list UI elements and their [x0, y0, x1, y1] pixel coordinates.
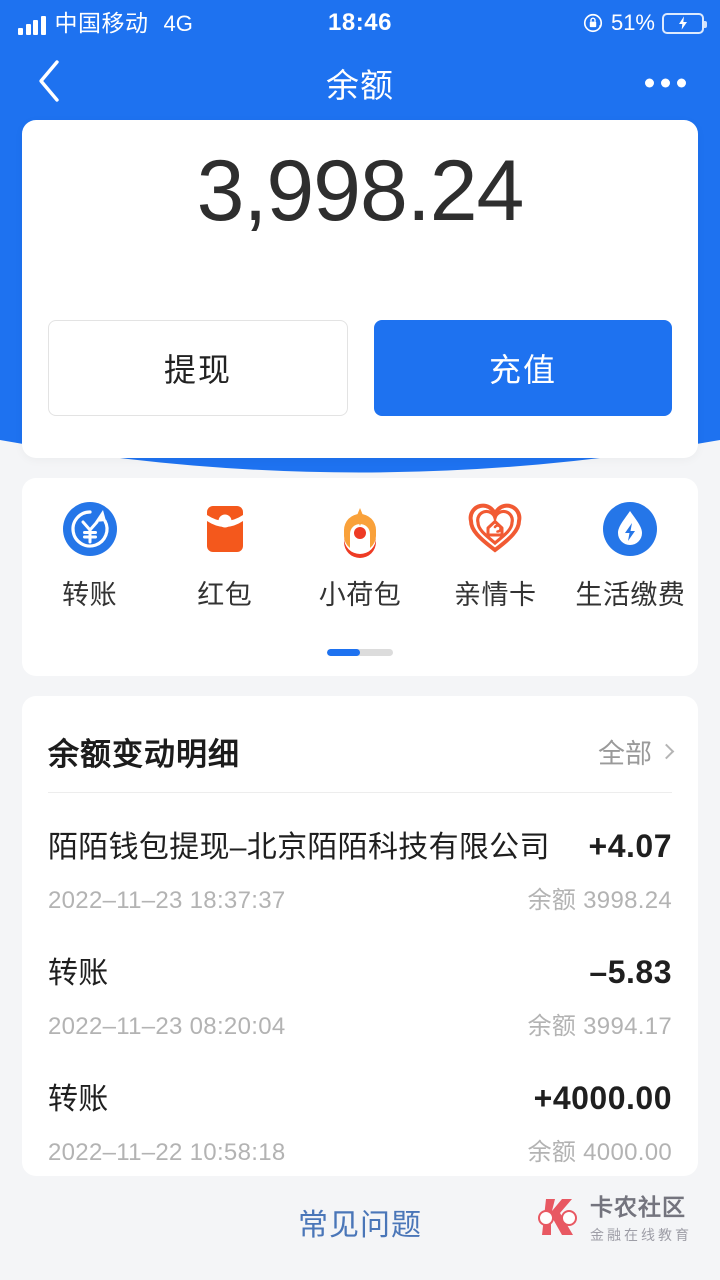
watermark-title: 卡农社区: [590, 1194, 686, 1220]
quick-action-label: 转账: [62, 580, 118, 610]
quick-actions-card: 转账 红包 小荷包 亲情卡 生活缴费: [22, 478, 698, 676]
balance-card: 3,998.24 提现 充值: [22, 120, 698, 458]
more-dots-icon: [661, 78, 670, 88]
status-bar: 中国移动 4G 18:46 51%: [0, 0, 720, 46]
page-title: 余额: [326, 67, 394, 104]
battery-percent-label: 51%: [610, 10, 655, 35]
view-all-label: 全部: [598, 738, 652, 769]
quick-action-label: 红包: [197, 580, 253, 610]
table-row[interactable]: 陌陌钱包提现–北京陌陌科技有限公司 +4.07 2022–11–23 18:37…: [48, 806, 672, 932]
status-bar-right: 51%: [582, 10, 707, 35]
quick-action-label: 小荷包: [318, 580, 402, 610]
balance-actions: 提现 充值: [48, 320, 672, 416]
quick-actions-row: 转账 红包 小荷包 亲情卡 生活缴费: [22, 500, 698, 612]
table-row[interactable]: 转账 +4000.00 2022–11–22 10:58:18 余额 4000.…: [48, 1058, 672, 1184]
transactions-divider: [48, 792, 672, 793]
carousel-pagination[interactable]: [327, 649, 393, 656]
transaction-balance: 余额 3994.17: [527, 1013, 672, 1040]
transactions-header: 余额变动明细 全部: [48, 722, 675, 780]
quick-action-small-purse[interactable]: 小荷包: [292, 500, 427, 612]
rotation-lock-icon: [582, 12, 604, 34]
watermark-subtitle: 金融在线教育: [590, 1227, 692, 1243]
transaction-name: 陌陌钱包提现–北京陌陌科技有限公司: [48, 831, 550, 864]
battery-charging-icon: [662, 12, 707, 34]
transaction-balance: 余额 4000.00: [527, 1139, 672, 1166]
recharge-button[interactable]: 充值: [374, 320, 672, 416]
more-dots-icon: [645, 78, 654, 88]
transaction-amount: +4000.00: [533, 1080, 672, 1116]
transfer-yuan-icon: [61, 500, 119, 558]
family-card-heart-icon: [466, 500, 524, 558]
quick-action-utility-payment[interactable]: 生活缴费: [563, 500, 698, 612]
transactions-title: 余额变动明细: [48, 736, 240, 772]
quick-action-family-card[interactable]: 亲情卡: [428, 500, 563, 612]
chevron-right-icon: [658, 743, 675, 759]
withdraw-button[interactable]: 提现: [48, 320, 348, 416]
app-screen: 中国移动 4G 18:46 51% 余额 3,998.24 提现 充值 转账 红…: [0, 0, 720, 1280]
view-all-link[interactable]: 全部: [598, 732, 675, 771]
watermark-text: 卡农社区 金融在线教育: [590, 1188, 692, 1245]
watermark: 卡农社区 金融在线教育: [536, 1188, 692, 1245]
utility-payment-icon: [601, 500, 659, 558]
kanong-logo-icon: [536, 1194, 582, 1240]
transaction-amount: +4.07: [588, 828, 672, 864]
small-purse-icon: [331, 500, 389, 558]
transaction-date: 2022–11–22 10:58:18: [48, 1139, 286, 1166]
transactions-list: 陌陌钱包提现–北京陌陌科技有限公司 +4.07 2022–11–23 18:37…: [48, 806, 672, 1184]
transaction-date: 2022–11–23 18:37:37: [48, 887, 286, 914]
navigation-bar: 余额: [0, 46, 720, 120]
pagination-active-segment: [327, 649, 360, 656]
transactions-card: 余额变动明细 全部 陌陌钱包提现–北京陌陌科技有限公司 +4.07 2022–1…: [22, 696, 698, 1176]
transaction-amount: –5.83: [589, 954, 672, 990]
transaction-date: 2022–11–23 08:20:04: [48, 1013, 286, 1040]
quick-action-label: 生活缴费: [575, 580, 686, 610]
more-dots-icon: [677, 78, 686, 88]
transaction-name: 转账: [48, 957, 109, 990]
red-packet-icon: [196, 500, 254, 558]
quick-action-label: 亲情卡: [453, 580, 537, 610]
quick-action-red-packet[interactable]: 红包: [157, 500, 292, 612]
transaction-name: 转账: [48, 1083, 109, 1116]
transaction-balance: 余额 3998.24: [527, 887, 672, 914]
balance-amount: 3,998.24: [196, 143, 525, 239]
quick-action-transfer[interactable]: 转账: [22, 500, 157, 612]
table-row[interactable]: 转账 –5.83 2022–11–23 08:20:04 余额 3994.17: [48, 932, 672, 1058]
more-options-button[interactable]: [645, 78, 686, 88]
